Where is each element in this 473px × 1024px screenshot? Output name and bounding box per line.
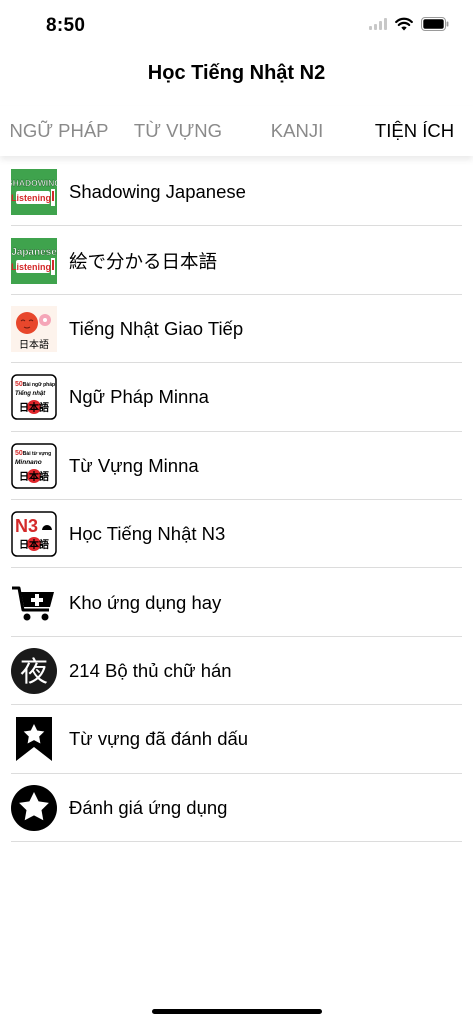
svg-text:夜: 夜 [20, 655, 48, 688]
home-indicator[interactable] [152, 1009, 322, 1014]
shadowing-listening-app-icon: SHADOWING Listening [11, 169, 57, 216]
list-item-learn-n3[interactable]: N3 日本語 Học Tiếng Nhật N3 [0, 500, 473, 569]
svg-text:Listening: Listening [11, 262, 51, 272]
list-item-label: Tiếng Nhật Giao Tiếp [69, 317, 244, 339]
bookmark-star-icon [11, 716, 57, 762]
cart-plus-icon [11, 580, 57, 626]
list-item-app-store[interactable]: Kho ứng dụng hay [0, 568, 473, 638]
svg-text:50Bài ngữ pháp: 50Bài ngữ pháp [15, 381, 55, 388]
list-item-label: Kho ứng dụng hay [69, 591, 222, 613]
utilities-list: SHADOWING Listening Shadowing Japanese J… [0, 158, 473, 843]
svg-text:日本語: 日本語 [19, 470, 49, 483]
svg-text:Listening: Listening [11, 193, 51, 203]
svg-text:Japanese: Japanese [11, 247, 57, 258]
svg-text:N3: N3 [15, 516, 38, 536]
list-item-kanji-radicals[interactable]: 夜 214 Bộ thủ chữ hán [0, 637, 473, 706]
svg-text:Tiếng nhật: Tiếng nhật [15, 390, 46, 397]
list-item-bookmarked-vocabulary[interactable]: Từ vựng đã đánh dấu [0, 705, 473, 774]
svg-text:日本語: 日本語 [19, 401, 49, 414]
list-item-rate-app[interactable]: Đánh giá ứng dụng [0, 774, 473, 843]
svg-text:日本語: 日本語 [19, 338, 49, 351]
battery-icon [421, 17, 449, 31]
list-item-label: 214 Bộ thủ chữ hán [69, 659, 232, 681]
signal-icon [369, 18, 387, 30]
japanese-listening-app-icon: Japanese Listening [11, 237, 57, 284]
page-title: Học Tiếng Nhật N2 [147, 62, 326, 84]
svg-text:50Bài từ vựng: 50Bài từ vựng [15, 450, 51, 457]
list-item-shadowing-japanese[interactable]: SHADOWING Listening Shadowing Japanese [0, 158, 473, 227]
star-circle-icon [11, 784, 57, 831]
tab-bar: NGỮ PHÁP TỪ VỰNG KANJI TIỆN ÍCH [0, 106, 473, 156]
n3-app-icon: N3 日本語 [11, 511, 57, 557]
list-item-label: Từ Vựng Minna [69, 454, 199, 476]
list-item-label: 絵で分かる日本語 [69, 250, 218, 272]
svg-text:Minnano: Minnano [15, 459, 42, 466]
tab-utilities[interactable]: TIỆN ÍCH [356, 106, 473, 156]
list-item-japanese-communication[interactable]: 日本語 Tiếng Nhật Giao Tiếp [0, 295, 473, 364]
minna-grammar-app-icon: 50Bài ngữ pháp Tiếng nhật 日本語 [11, 374, 57, 421]
status-icons [369, 17, 449, 31]
tab-kanji[interactable]: KANJI [238, 106, 356, 156]
wifi-icon [395, 17, 413, 31]
japanese-communication-app-icon: 日本語 [11, 305, 57, 352]
svg-text:日本語: 日本語 [19, 538, 49, 551]
list-item-minna-vocabulary[interactable]: 50Bài từ vựng Minnano 日本語 Từ Vựng Minna [0, 432, 473, 501]
kanji-radical-icon: 夜 [11, 647, 57, 694]
list-item-minna-grammar[interactable]: 50Bài ngữ pháp Tiếng nhật 日本語 Ngữ Pháp M… [0, 363, 473, 432]
list-item-label: Học Tiếng Nhật N3 [69, 523, 226, 545]
list-item-label: Từ vựng đã đánh dấu [69, 728, 249, 750]
list-item-label: Đánh giá ứng dụng [69, 796, 228, 818]
tab-vocabulary[interactable]: TỪ VỰNG [118, 106, 238, 156]
status-time: 8:50 [46, 15, 86, 36]
tab-grammar[interactable]: NGỮ PHÁP [0, 106, 118, 156]
list-item-label: Ngữ Pháp Minna [69, 386, 209, 408]
status-bar: 8:50 [0, 0, 473, 50]
svg-text:SHADOWING: SHADOWING [11, 178, 57, 188]
minna-vocabulary-app-icon: 50Bài từ vựng Minnano 日本語 [11, 443, 57, 489]
list-item-japanese-picture[interactable]: Japanese Listening 絵で分かる日本語 [0, 226, 473, 296]
list-item-label: Shadowing Japanese [69, 181, 246, 203]
